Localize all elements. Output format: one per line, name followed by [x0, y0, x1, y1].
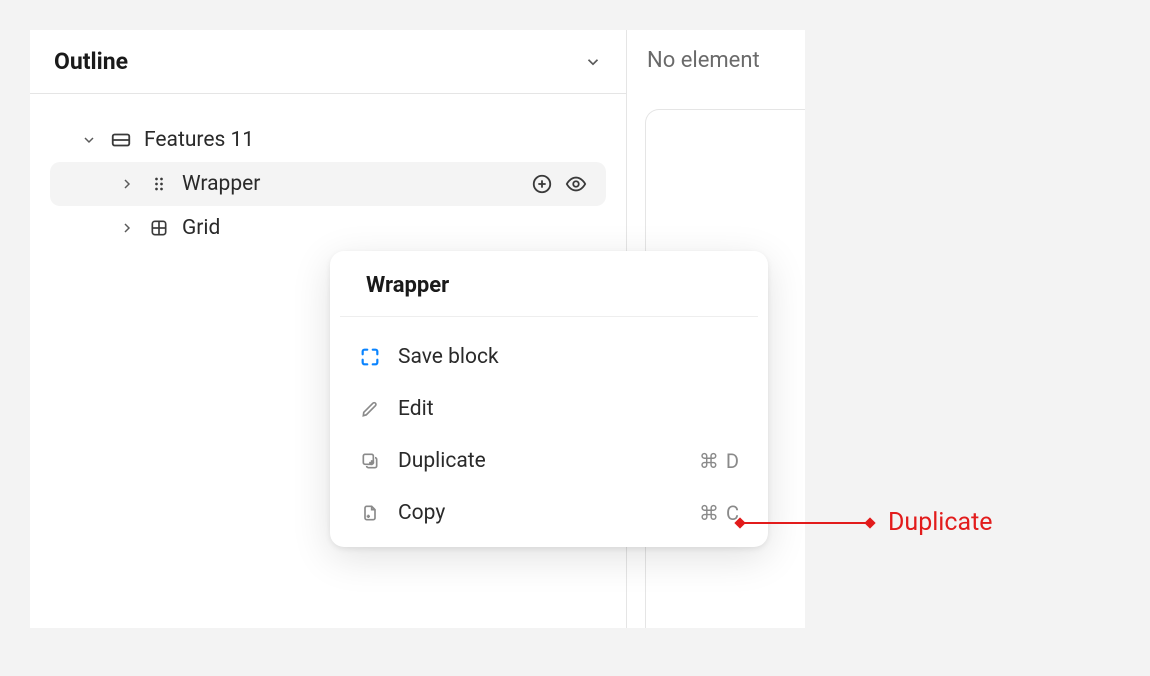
grid-icon — [148, 217, 170, 239]
annotation-label: Duplicate — [888, 508, 993, 537]
chevron-down-icon[interactable] — [584, 53, 602, 71]
menu-item-duplicate[interactable]: Duplicate ⌘ D — [340, 435, 758, 487]
tree-item-wrapper[interactable]: Wrapper — [50, 162, 606, 206]
eye-icon[interactable] — [564, 172, 588, 196]
tree-item-label: Features 11 — [144, 128, 592, 152]
duplicate-icon — [358, 449, 382, 473]
drag-handle-icon — [148, 173, 170, 195]
annotation-callout: Duplicate — [740, 508, 993, 537]
menu-item-label: Duplicate — [398, 449, 683, 473]
add-icon[interactable] — [530, 172, 554, 196]
save-block-icon — [358, 345, 382, 369]
chevron-right-icon[interactable] — [118, 219, 136, 237]
outline-header: Outline — [30, 30, 626, 94]
menu-item-shortcut: ⌘ C — [699, 501, 740, 525]
tree-item-grid[interactable]: Grid — [50, 206, 606, 250]
context-menu-items: Save block Edit Duplicate ⌘ D Copy ⌘ C — [330, 317, 768, 539]
menu-item-copy[interactable]: Copy ⌘ C — [340, 487, 758, 539]
right-panel-header: No element — [627, 30, 805, 91]
menu-item-shortcut: ⌘ D — [699, 449, 740, 473]
outline-tree: Features 11 Wrapper — [30, 94, 626, 274]
copy-icon — [358, 501, 382, 525]
tree-item-actions — [530, 172, 588, 196]
annotation-arrow — [740, 522, 870, 524]
outline-title: Outline — [54, 48, 128, 75]
chevron-right-icon[interactable] — [118, 175, 136, 193]
pencil-icon — [358, 397, 382, 421]
context-menu-title: Wrapper — [340, 251, 758, 317]
chevron-down-icon[interactable] — [80, 131, 98, 149]
menu-item-label: Edit — [398, 397, 740, 421]
menu-item-label: Save block — [398, 345, 740, 369]
menu-item-save-block[interactable]: Save block — [340, 331, 758, 383]
tree-item-label: Grid — [182, 216, 592, 240]
context-menu: Wrapper Save block Edit Duplicate ⌘ D — [330, 251, 768, 547]
menu-item-label: Copy — [398, 501, 683, 525]
tree-item-label: Wrapper — [182, 172, 518, 196]
section-icon — [110, 129, 132, 151]
menu-item-edit[interactable]: Edit — [340, 383, 758, 435]
tree-item-features[interactable]: Features 11 — [50, 118, 606, 162]
